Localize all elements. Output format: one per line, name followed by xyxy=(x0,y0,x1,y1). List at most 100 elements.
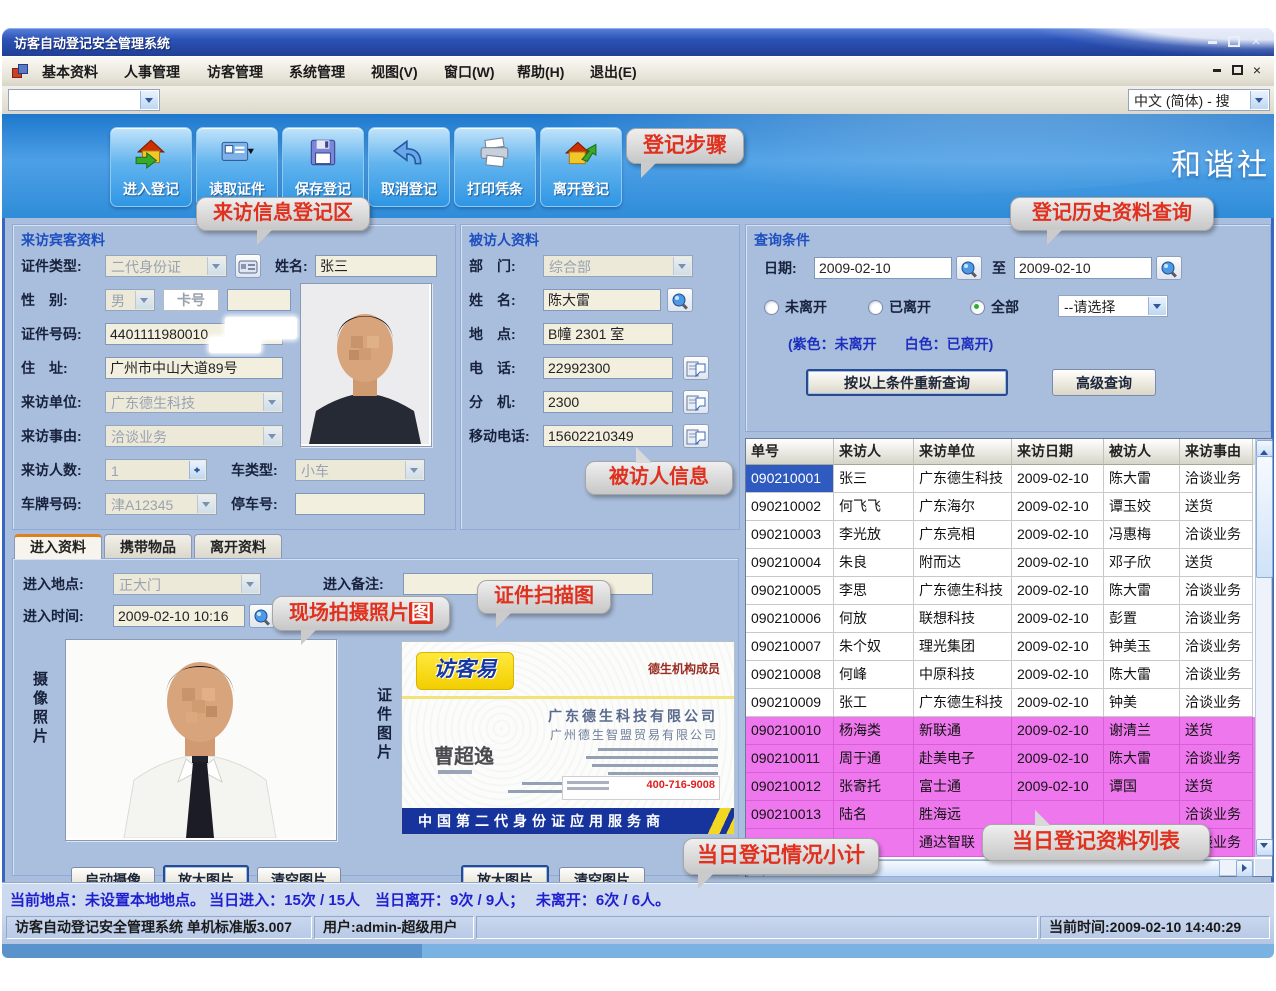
print-receipt-button[interactable]: 打印凭条 xyxy=(454,127,536,207)
radio-not-left[interactable]: 未离开 xyxy=(764,297,827,317)
spinner-arrows-icon xyxy=(189,461,205,479)
language-combo[interactable]: 中文 (简体) - 搜 xyxy=(1128,89,1270,111)
table-cell: 广东德生科技 xyxy=(914,577,1012,605)
callout-daily-list: 当日登记资料列表 xyxy=(982,824,1210,861)
radio-all[interactable]: 全部 xyxy=(970,297,1019,317)
read-certificate-button[interactable]: 读取证件 xyxy=(196,127,278,207)
mdi-minimize-icon[interactable] xyxy=(1208,63,1226,79)
contact-phone-icon[interactable] xyxy=(683,390,709,414)
id-card-reader-icon[interactable] xyxy=(235,254,261,278)
radio-left[interactable]: 已离开 xyxy=(868,297,931,317)
card-detail-line xyxy=(592,764,718,767)
contact-phone-icon[interactable] xyxy=(683,356,709,380)
menu-item-system[interactable]: 系统管理 xyxy=(289,62,345,82)
vertical-scroll-thumb[interactable] xyxy=(1256,456,1273,578)
cert-type-combo: 二代身份证 xyxy=(105,255,227,277)
mdi-close-icon[interactable]: × xyxy=(1248,63,1266,79)
tab-leave-info[interactable]: 离开资料 xyxy=(194,534,282,559)
requery-button[interactable]: 按以上条件重新查询 xyxy=(806,369,1008,396)
advanced-query-button[interactable]: 高级查询 xyxy=(1052,369,1156,396)
ext-input[interactable] xyxy=(543,391,673,413)
table-row[interactable]: 090210007朱个奴理光集团2009-02-10钟美玉洽谈业务 xyxy=(746,633,1272,661)
visitor-name-label: 姓名: xyxy=(275,255,308,277)
table-cell: 张工 xyxy=(834,689,914,717)
table-row[interactable]: 090210001张三广东德生科技2009-02-10陈大雷洽谈业务 xyxy=(746,465,1272,493)
callout-daily-summary: 当日登记情况小计 xyxy=(683,838,879,875)
mdi-restore-icon[interactable] xyxy=(1228,63,1246,79)
col-header-visitor[interactable]: 来访人 xyxy=(834,439,914,465)
printer-icon xyxy=(476,136,514,170)
table-row[interactable]: 090210003李光放广东亮相2009-02-10冯惠梅洽谈业务 xyxy=(746,521,1272,549)
card-no-input[interactable] xyxy=(227,289,291,311)
vertical-scrollbar[interactable] xyxy=(1255,439,1272,857)
menu-item-window[interactable]: 窗口(W) xyxy=(444,62,495,82)
col-header-reason[interactable]: 来访事由 xyxy=(1180,439,1253,465)
contact-phone-icon[interactable] xyxy=(683,424,709,448)
menu-item-basic[interactable]: 基本资料 xyxy=(42,62,98,82)
brand-text: 和谐社 xyxy=(1171,140,1270,184)
chevron-down-icon[interactable] xyxy=(140,91,158,109)
menu-item-exit[interactable]: 退出(E) xyxy=(590,62,637,82)
app-icon xyxy=(12,64,26,77)
table-row[interactable]: 090210005李思广东德生科技2009-02-10陈大雷洽谈业务 xyxy=(746,577,1272,605)
filter-select[interactable]: --请选择 xyxy=(1058,295,1168,317)
entry-place-combo: 正大门 xyxy=(113,573,261,595)
table-row[interactable]: 090210011周于通赴美电子2009-02-10陈大雷洽谈业务 xyxy=(746,745,1272,773)
table-row[interactable]: 090210008何峰中原科技2009-02-10陈大雷洽谈业务 xyxy=(746,661,1272,689)
table-row[interactable]: 090210006何放联想科技2009-02-10彭置洽谈业务 xyxy=(746,605,1272,633)
menu-item-hr[interactable]: 人事管理 xyxy=(124,62,180,82)
phone-input[interactable] xyxy=(543,357,673,379)
menu-item-view[interactable]: 视图(V) xyxy=(371,62,418,82)
quick-select-combo[interactable] xyxy=(8,89,160,111)
leave-register-button[interactable]: 离开登记 xyxy=(540,127,622,207)
parking-input[interactable] xyxy=(295,493,425,515)
scroll-right-icon[interactable] xyxy=(1236,860,1253,877)
menu-item-help[interactable]: 帮助(H) xyxy=(517,62,564,82)
magnifier-lookup-icon[interactable] xyxy=(956,256,982,280)
address-input[interactable] xyxy=(105,357,283,379)
mobile-input[interactable] xyxy=(543,425,673,447)
table-row[interactable]: 090210009张工广东德生科技2009-02-10钟美洽谈业务 xyxy=(746,689,1272,717)
tab-carried-items[interactable]: 携带物品 xyxy=(104,534,192,559)
table-cell: 钟美 xyxy=(1104,689,1180,717)
close-icon[interactable]: × xyxy=(1246,34,1266,50)
restore-icon[interactable] xyxy=(1224,34,1244,50)
col-header-company[interactable]: 来访单位 xyxy=(914,439,1012,465)
table-row[interactable]: 090210002何飞飞广东海尔2009-02-10谭玉姣送货 xyxy=(746,493,1272,521)
chevron-down-icon xyxy=(135,291,153,309)
minimize-icon[interactable] xyxy=(1202,34,1222,50)
col-header-visited[interactable]: 被访人 xyxy=(1104,439,1180,465)
car-type-label: 车类型: xyxy=(231,459,278,481)
tool-row: 中文 (简体) - 搜 xyxy=(2,86,1274,115)
menu-item-visitor[interactable]: 访客管理 xyxy=(207,62,263,82)
table-cell: 何放 xyxy=(834,605,914,633)
table-row[interactable]: 090210004朱良附而达2009-02-10邓子欣送货 xyxy=(746,549,1272,577)
date-to-input[interactable] xyxy=(1014,257,1152,279)
visitor-name-input[interactable] xyxy=(315,255,437,277)
col-header-id[interactable]: 单号 xyxy=(746,439,834,465)
scroll-down-icon[interactable] xyxy=(1256,839,1273,856)
magnifier-lookup-icon[interactable] xyxy=(1156,256,1182,280)
save-register-button[interactable]: 保存登记 xyxy=(282,127,364,207)
table-cell: 广东亮相 xyxy=(914,521,1012,549)
table-cell: 附而达 xyxy=(914,549,1012,577)
visit-reason-label: 来访事由: xyxy=(21,425,82,447)
table-row[interactable]: 090210010杨海类新联通2009-02-10谢清兰送货 xyxy=(746,717,1272,745)
table-cell: 2009-02-10 xyxy=(1012,521,1104,549)
table-cell: 陈大雷 xyxy=(1104,661,1180,689)
table-cell: 090210002 xyxy=(746,493,834,521)
col-header-date[interactable]: 来访日期 xyxy=(1012,439,1104,465)
place-input[interactable] xyxy=(543,323,673,345)
visited-name-input[interactable] xyxy=(543,289,661,311)
statusbar-time: 当前时间:2009-02-10 14:40:29 xyxy=(1040,916,1270,939)
magnifier-lookup-icon[interactable] xyxy=(667,288,693,312)
scroll-up-icon[interactable] xyxy=(1256,440,1273,457)
entry-time-input[interactable] xyxy=(113,605,245,627)
date-from-input[interactable] xyxy=(814,257,952,279)
chevron-down-icon[interactable] xyxy=(1148,297,1166,315)
chevron-down-icon[interactable] xyxy=(1250,91,1268,109)
cancel-register-button[interactable]: 取消登记 xyxy=(368,127,450,207)
tab-entry-info[interactable]: 进入资料 xyxy=(14,534,102,559)
enter-register-button[interactable]: 进入登记 xyxy=(110,127,192,207)
table-row[interactable]: 090210012张寄托富士通2009-02-10谭国送货 xyxy=(746,773,1272,801)
